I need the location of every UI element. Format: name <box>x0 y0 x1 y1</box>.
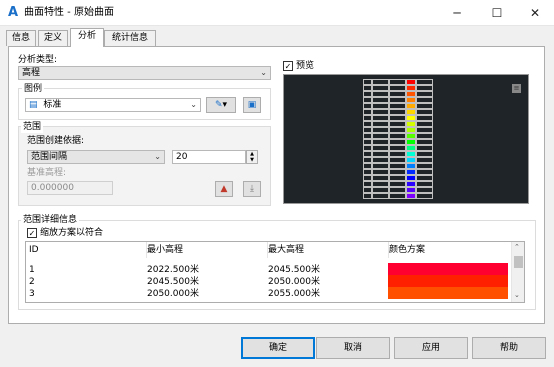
edit-legend-style-button[interactable]: ✎▾ <box>206 97 236 113</box>
tab-definition[interactable]: 定义 <box>38 30 68 46</box>
tab-info[interactable]: 信息 <box>6 30 36 46</box>
range-create-by-label: 范围创建依据: <box>27 136 85 146</box>
row-3-id[interactable]: 3 <box>26 288 146 300</box>
column-header-min-elevation[interactable]: 最小高程 <box>144 242 268 258</box>
window-title: 曲面特性 - 原始曲面 <box>24 7 114 18</box>
analysis-type-dropdown[interactable]: 高程 ⌄ <box>18 66 271 80</box>
list-scrollbar[interactable]: ⌃ ⌄ <box>511 242 524 302</box>
row-1-max: 2045.500米 <box>268 265 320 275</box>
range-details-label: 范围详细信息 <box>21 215 80 226</box>
row-2-color-swatch[interactable] <box>388 275 508 287</box>
column-header-max-elevation[interactable]: 最大高程 <box>265 242 389 258</box>
scale-scheme-label: 缩放方案以符合 <box>40 228 104 238</box>
maximize-button[interactable]: ☐ <box>478 0 516 26</box>
terrain-pick-icon: ▲ <box>220 184 228 194</box>
analysis-type-label: 分析类型: <box>18 55 58 65</box>
scroll-up-icon[interactable]: ⌃ <box>514 243 520 251</box>
row-2-max: 2050.000米 <box>268 277 320 287</box>
tab-statistics[interactable]: 统计信息 <box>104 30 156 46</box>
preview-legend-cell <box>363 193 372 199</box>
preview-legend-table <box>363 79 433 199</box>
row-3-color-swatch[interactable] <box>388 287 508 299</box>
range-interval-input[interactable]: 20 <box>172 150 246 164</box>
row-1-color-swatch[interactable] <box>388 263 508 275</box>
range-group-label: 范围 <box>21 122 44 133</box>
edit-style-icon: ✎ <box>214 100 223 110</box>
range-interval-spinner[interactable]: ▲ ▼ <box>246 150 258 164</box>
reset-range-button[interactable]: ⤓ <box>243 181 261 197</box>
range-create-by-dropdown[interactable]: 范围间隔 ⌄ <box>27 150 165 164</box>
preview-zoom-icon[interactable]: ≡ <box>512 84 521 93</box>
close-button[interactable]: ✕ <box>516 0 554 26</box>
row-3-min: 2050.000米 <box>147 289 199 299</box>
preview-legend-swatch <box>406 193 416 199</box>
row-1-min: 2022.500米 <box>147 265 199 275</box>
base-elevation-label: 基准高程: <box>27 168 67 178</box>
help-button[interactable]: 帮助 <box>472 337 546 359</box>
preview-checkbox[interactable]: ✓ <box>283 61 293 71</box>
pick-elevation-button[interactable]: ▲ <box>215 181 233 197</box>
scrollbar-thumb[interactable] <box>514 256 523 268</box>
legend-group-label: 图例 <box>22 84 45 95</box>
chevron-down-icon: ⌄ <box>190 100 197 109</box>
column-header-id[interactable]: ID <box>26 242 147 258</box>
title-bar: A 曲面特性 - 原始曲面 ─ ☐ ✕ <box>0 0 554 26</box>
base-elevation-input[interactable]: 0.000000 <box>27 181 113 195</box>
preview-canvas: ≡ <box>283 74 529 204</box>
apply-button[interactable]: 应用 <box>394 337 468 359</box>
preview-legend-cell <box>389 193 406 199</box>
minimize-button[interactable]: ─ <box>438 0 476 26</box>
column-header-color-scheme[interactable]: 颜色方案 <box>386 242 515 258</box>
preview-label: 预览 <box>296 61 315 71</box>
chevron-down-icon: ⌄ <box>154 152 161 161</box>
copy-legend-style-button[interactable]: ▣ <box>243 97 261 113</box>
analysis-type-value: 高程 <box>22 68 41 78</box>
scale-scheme-checkbox[interactable]: ✓ <box>27 228 37 238</box>
tab-analysis[interactable]: 分析 <box>70 28 104 47</box>
row-1-id[interactable]: 1 <box>26 264 146 276</box>
ok-button[interactable]: 确定 <box>241 337 315 359</box>
chevron-down-icon: ⌄ <box>260 68 267 77</box>
cancel-button[interactable]: 取消 <box>316 337 390 359</box>
legend-style-icon: ▤ <box>29 100 38 110</box>
row-3-max: 2055.000米 <box>268 289 320 299</box>
range-create-by-value: 范围间隔 <box>31 152 68 162</box>
row-2-min: 2045.500米 <box>147 277 199 287</box>
preview-legend-cell <box>372 193 389 199</box>
legend-style-value: 标准 <box>43 100 62 110</box>
row-2-id[interactable]: 2 <box>26 276 146 288</box>
down-arrow-icon: ⤓ <box>250 184 254 194</box>
legend-style-dropdown[interactable]: ▤ 标准 ⌄ <box>25 98 201 112</box>
copy-style-icon: ▣ <box>247 100 257 110</box>
scroll-down-icon[interactable]: ⌄ <box>514 291 520 299</box>
preview-legend-cell <box>416 193 433 199</box>
range-details-list[interactable]: ID 最小高程 最大高程 颜色方案 1 2022.500米 2045.500米 … <box>25 241 525 303</box>
app-logo-icon: A <box>7 5 19 20</box>
preview-legend-row <box>363 193 433 199</box>
